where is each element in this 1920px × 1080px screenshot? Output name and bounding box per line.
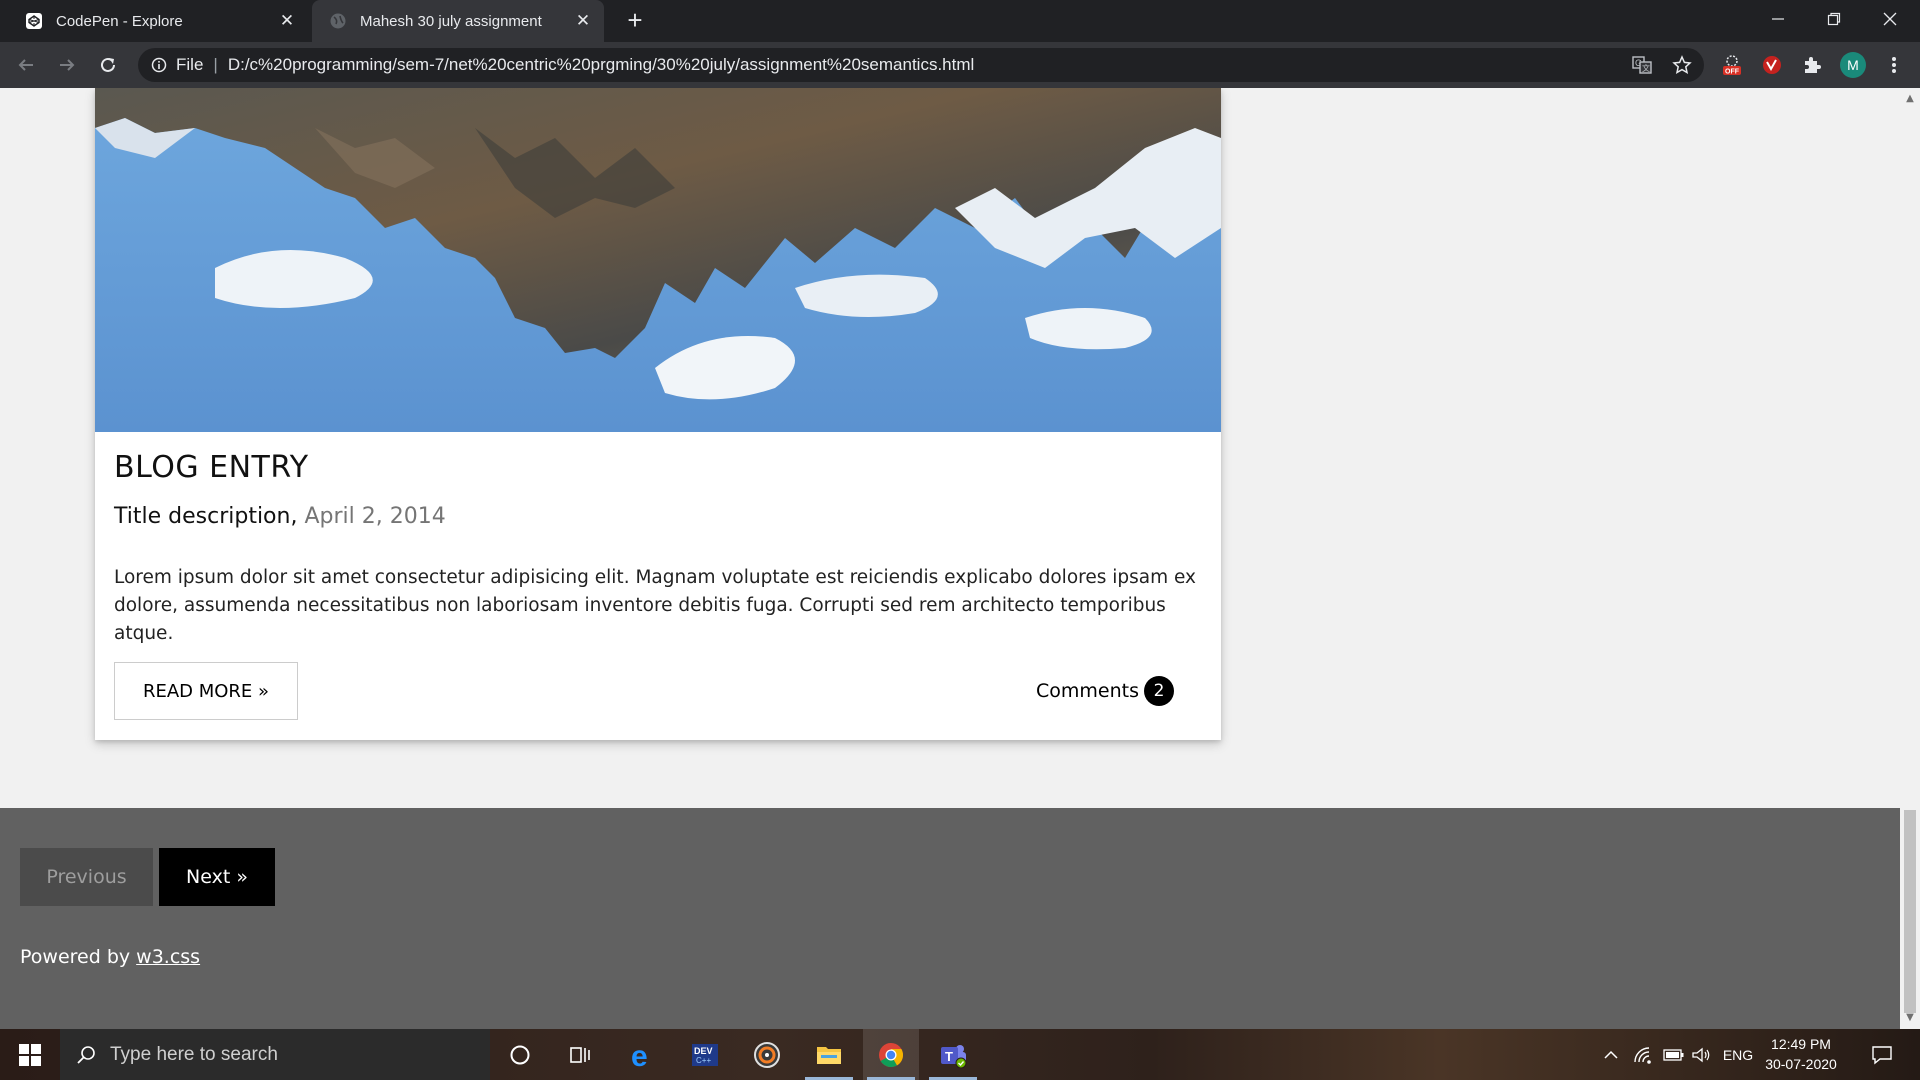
powered-by-prefix: Powered by xyxy=(20,946,131,968)
search-icon xyxy=(76,1045,96,1065)
restore-icon[interactable] xyxy=(1806,0,1862,38)
svg-text:T: T xyxy=(945,1049,953,1064)
svg-text:DEV: DEV xyxy=(694,1046,713,1056)
wifi-icon[interactable] xyxy=(1628,1029,1658,1080)
minimize-icon[interactable] xyxy=(1750,0,1806,38)
close-tab-icon[interactable]: ✕ xyxy=(276,10,298,32)
tab-assignment[interactable]: Mahesh 30 july assignment ✕ xyxy=(312,0,604,42)
devcpp-icon[interactable]: DEV C++ xyxy=(677,1029,733,1080)
cortana-icon[interactable] xyxy=(492,1029,548,1080)
menu-kebab-icon[interactable] xyxy=(1880,51,1908,79)
read-more-button[interactable]: READ MORE » xyxy=(114,662,298,720)
task-view-icon[interactable] xyxy=(552,1029,608,1080)
browser-tab-strip: CodePen - Explore ✕ Mahesh 30 july assig… xyxy=(0,0,1920,42)
language-indicator[interactable]: ENG xyxy=(1718,1029,1758,1080)
svg-text:OFF: OFF xyxy=(1725,69,1740,76)
edge-browser-icon[interactable]: e xyxy=(615,1029,671,1080)
windows-start-icon[interactable] xyxy=(0,1029,60,1080)
back-icon[interactable] xyxy=(12,51,40,79)
comments-label: Comments xyxy=(1036,680,1139,702)
comments-count-badge: 2 xyxy=(1144,676,1174,706)
tab-title: Mahesh 30 july assignment xyxy=(360,12,542,30)
svg-text:文: 文 xyxy=(1642,63,1650,73)
scroll-down-arrow-icon[interactable]: ▼ xyxy=(1904,1011,1916,1025)
scrollbar-thumb[interactable] xyxy=(1904,810,1916,1013)
forward-icon[interactable] xyxy=(53,51,81,79)
blog-card: BLOG ENTRY Title description, April 2, 2… xyxy=(95,88,1221,740)
browser-toolbar: File | D:/c%20programming/sem-7/net%20ce… xyxy=(0,42,1920,88)
clock-date: 30-07-2020 xyxy=(1765,1056,1837,1072)
scroll-up-arrow-icon[interactable]: ▲ xyxy=(1904,92,1916,106)
file-explorer-icon[interactable] xyxy=(801,1029,857,1080)
taskbar-clock[interactable]: 12:49 PM 30-07-2020 xyxy=(1756,1034,1846,1074)
url-text: D:/c%20programming/sem-7/net%20centric%2… xyxy=(227,55,975,74)
tray-chevron-up-icon[interactable] xyxy=(1598,1029,1624,1080)
teams-icon[interactable]: T xyxy=(925,1029,981,1080)
blog-date: April 2, 2014 xyxy=(304,504,446,529)
tab-title: CodePen - Explore xyxy=(56,12,183,30)
volume-icon[interactable] xyxy=(1688,1029,1714,1080)
profile-avatar[interactable]: M xyxy=(1840,52,1866,78)
url-separator: | xyxy=(213,55,218,74)
search-placeholder: Type here to search xyxy=(110,1043,278,1065)
svg-text:C++: C++ xyxy=(696,1056,711,1065)
reload-icon[interactable] xyxy=(94,51,122,79)
clock-time: 12:49 PM xyxy=(1771,1036,1831,1052)
url-scheme: File xyxy=(176,55,204,74)
blog-title: BLOG ENTRY xyxy=(114,450,309,485)
media-player-icon[interactable] xyxy=(739,1029,795,1080)
taskbar-search-box[interactable]: Type here to search xyxy=(60,1029,490,1080)
title-description: Title description, xyxy=(114,504,298,529)
ad-blocker-off-icon[interactable]: OFF xyxy=(1718,51,1746,79)
windows-taskbar: Type here to search e DEV C++ T ENG 12:49… xyxy=(0,1029,1920,1080)
address-bar[interactable]: File | D:/c%20programming/sem-7/net%20ce… xyxy=(138,48,1704,82)
close-tab-icon[interactable]: ✕ xyxy=(572,10,594,32)
svg-text:e: e xyxy=(631,1041,648,1069)
powered-by-text: Powered by w3.css xyxy=(20,946,200,968)
next-button[interactable]: Next » xyxy=(159,848,275,906)
codepen-icon xyxy=(24,11,44,31)
close-window-icon[interactable] xyxy=(1862,0,1918,38)
blog-body-text: Lorem ipsum dolor sit amet consectetur a… xyxy=(114,567,1196,644)
mountain-image xyxy=(95,88,1221,432)
translate-icon[interactable]: G文 xyxy=(1628,51,1656,79)
bookmark-star-icon[interactable] xyxy=(1668,51,1696,79)
previous-button[interactable]: Previous xyxy=(20,848,153,906)
page-viewport: BLOG ENTRY Title description, April 2, 2… xyxy=(0,88,1900,1029)
extension-red-icon[interactable] xyxy=(1758,51,1786,79)
comments-link[interactable]: Comments 2 xyxy=(1036,676,1174,706)
page-scrollbar[interactable]: ▲ ▼ xyxy=(1900,88,1920,1029)
blog-subtitle: Title description, April 2, 2014 xyxy=(114,504,446,529)
tab-codepen[interactable]: CodePen - Explore ✕ xyxy=(8,0,308,42)
globe-icon xyxy=(328,11,348,31)
battery-icon[interactable] xyxy=(1660,1029,1688,1080)
chrome-icon[interactable] xyxy=(863,1029,919,1080)
new-tab-button[interactable]: + xyxy=(622,7,648,34)
info-icon[interactable] xyxy=(150,56,168,74)
notifications-icon[interactable] xyxy=(1862,1029,1902,1080)
page-footer: Previous Next » Powered by w3.css xyxy=(0,808,1900,1029)
extensions-puzzle-icon[interactable] xyxy=(1798,51,1826,79)
w3css-link[interactable]: w3.css xyxy=(136,946,200,968)
